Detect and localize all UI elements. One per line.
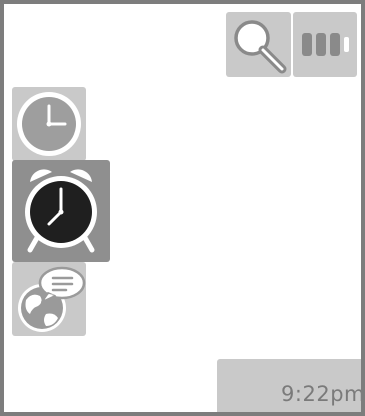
time-status-bar: 9:22pm (217, 359, 365, 412)
search-button[interactable] (226, 12, 291, 77)
search-icon (234, 20, 287, 74)
alarm-clock-icon (25, 169, 97, 253)
battery-icon (302, 33, 349, 56)
clock-icon (17, 92, 81, 156)
alarm-app-button[interactable] (12, 160, 110, 262)
clock-app-button[interactable] (12, 87, 86, 161)
globe-chat-app-button[interactable] (12, 262, 86, 336)
globe-chat-icon (18, 266, 86, 332)
battery-indicator (293, 12, 357, 77)
clock-time: 9:22pm (281, 382, 365, 406)
app-screen: 9:22pm (0, 0, 365, 416)
